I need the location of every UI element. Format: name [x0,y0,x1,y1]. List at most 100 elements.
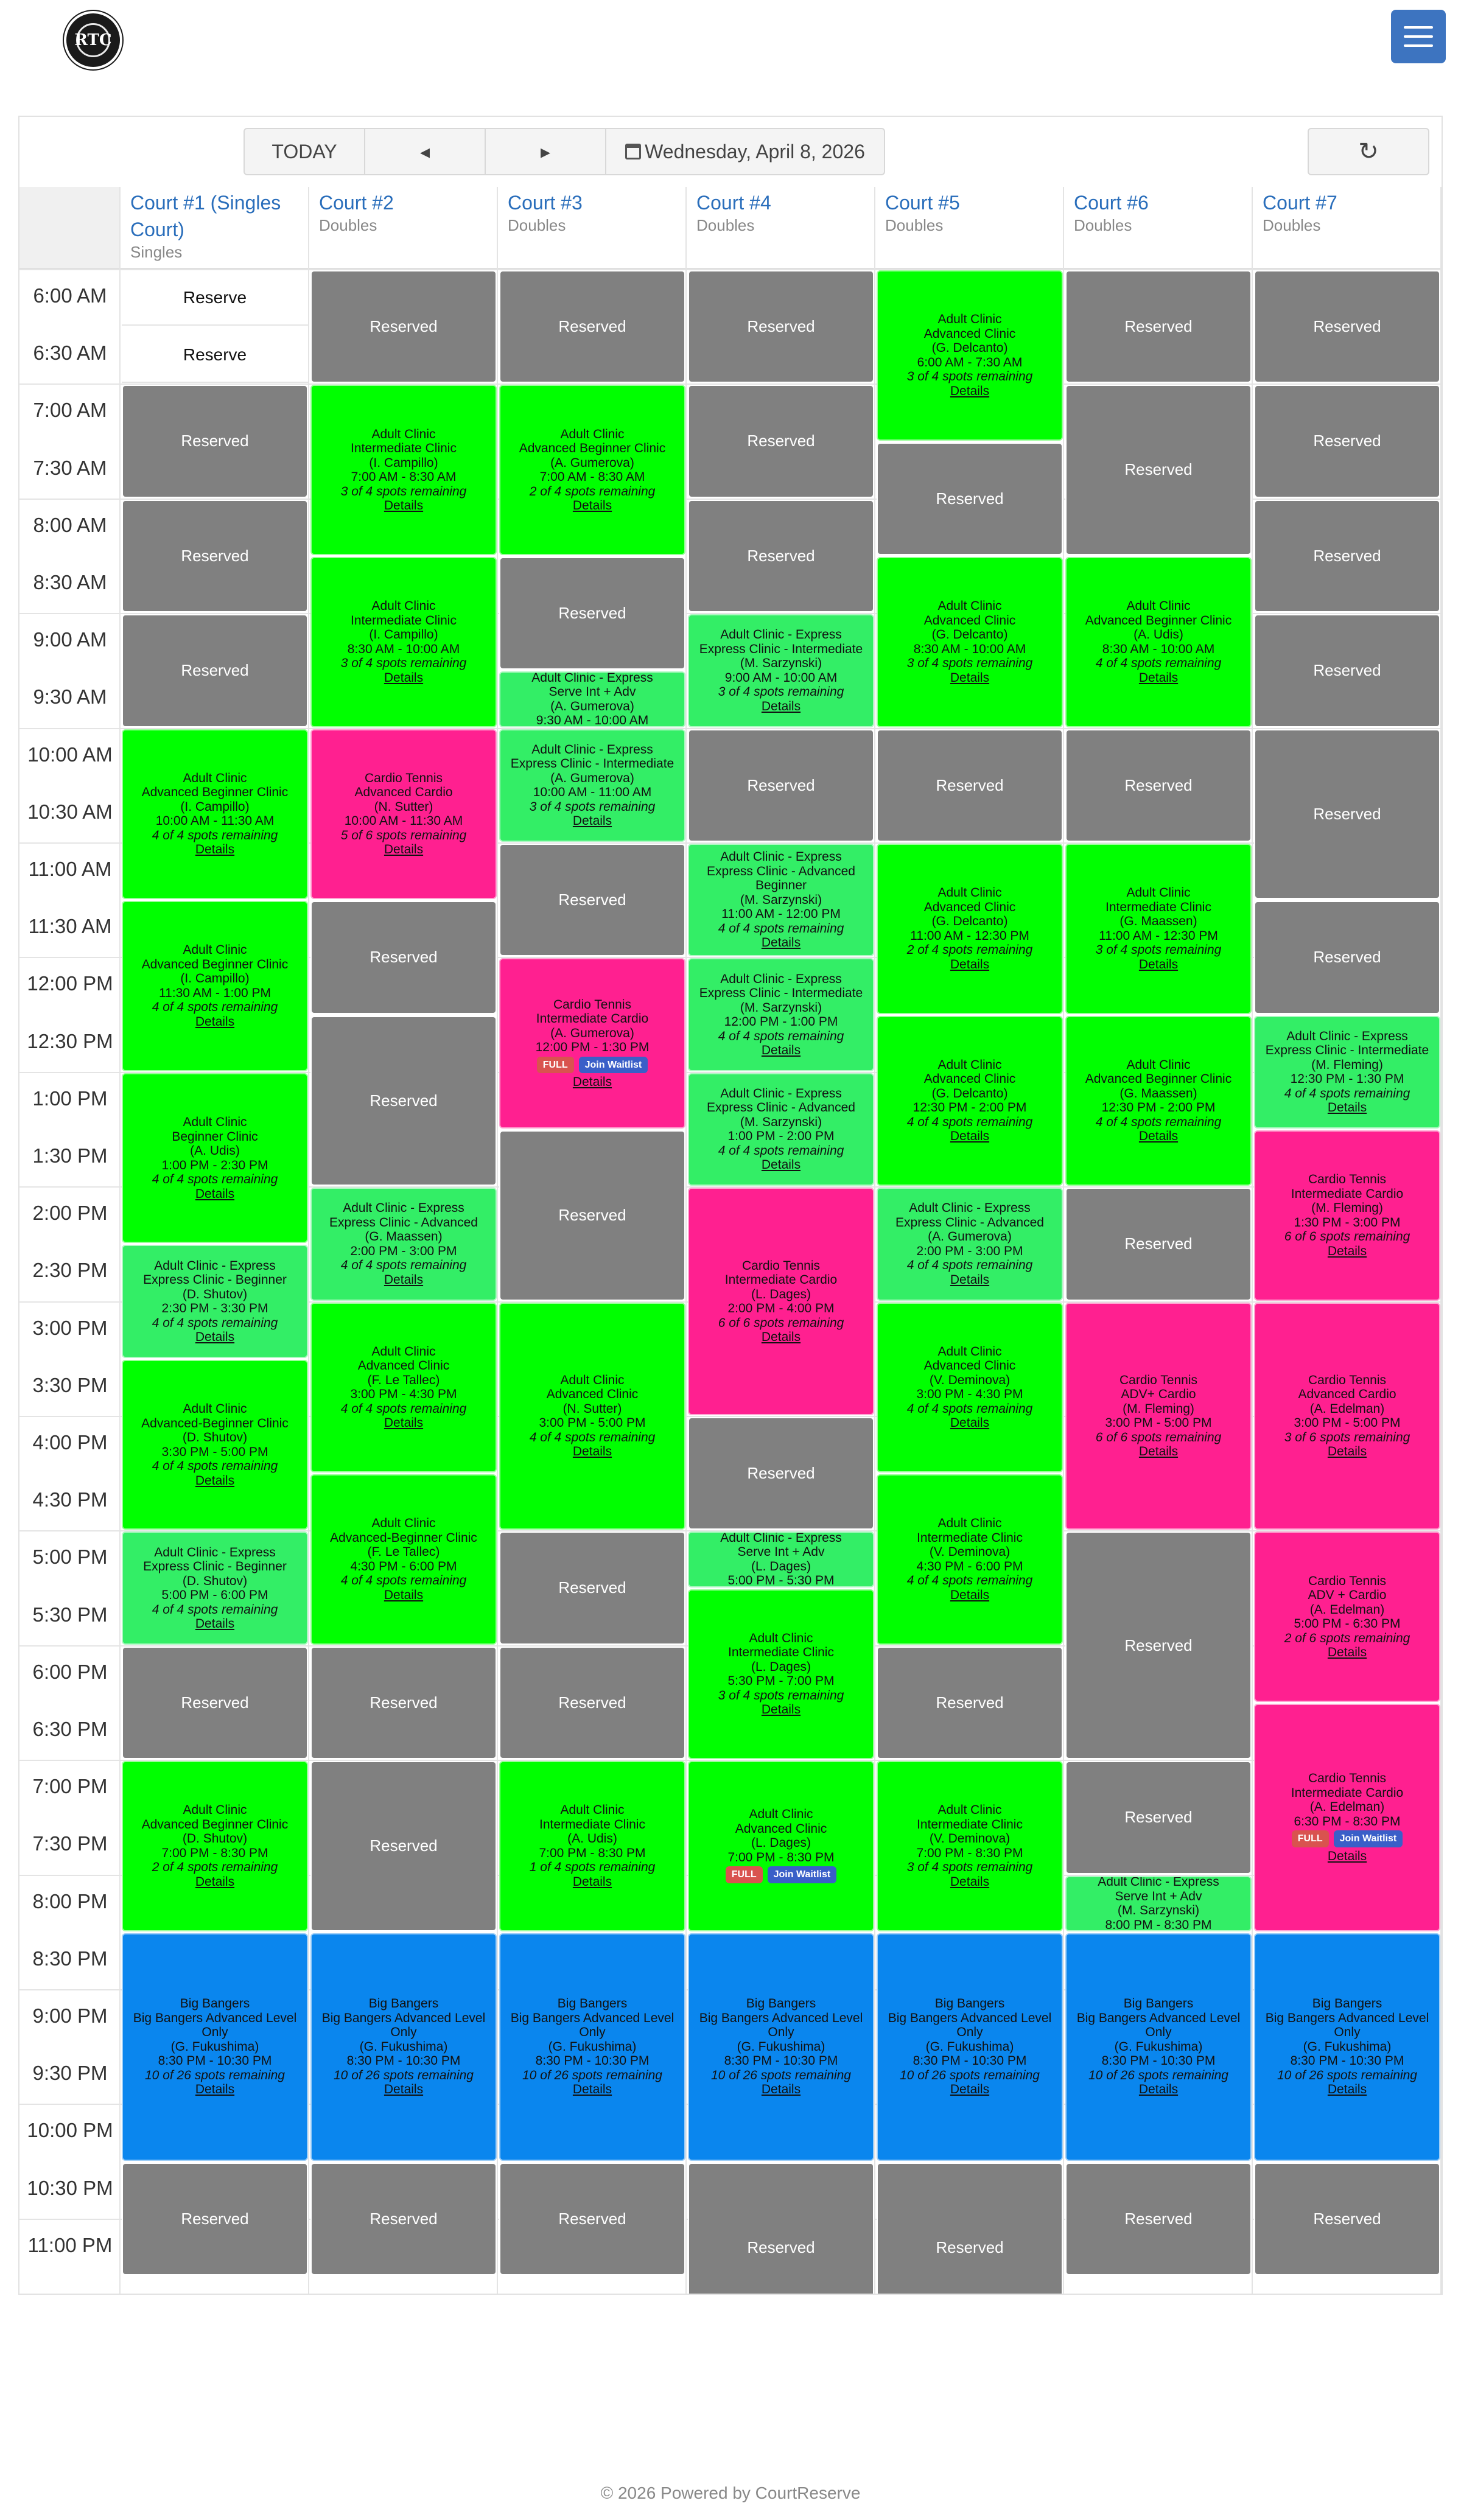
event-block[interactable]: Big Bangers Big Bangers Advanced Level Onl… [688,1933,874,2161]
details-link[interactable]: Details [573,2082,612,2097]
event-block[interactable]: Adult Clinic Advanced Beginner Clinic (I. … [122,729,308,900]
event-block[interactable]: Adult Clinic - Express Express Clinic - B… [122,1245,308,1358]
court-name-link[interactable]: Court #7 [1263,189,1431,216]
details-link[interactable]: Details [1328,1101,1367,1115]
event-block[interactable]: Adult Clinic Advanced-Beginner Clinic (D. … [122,1359,308,1530]
event-block[interactable]: Adult Clinic Advanced Clinic (G. Delcanto)… [877,557,1063,727]
event-block[interactable]: Big Bangers Big Bangers Advanced Level Onl… [310,1933,497,2161]
event-block[interactable]: Adult Clinic - Express Express Clinic - I… [688,958,874,1071]
details-link[interactable]: Details [1139,671,1178,685]
event-block[interactable]: Adult Clinic Intermediate Clinic (V. Demin… [877,1474,1063,1645]
details-link[interactable]: Details [195,1187,234,1202]
refresh-button[interactable]: ↻ [1308,128,1429,175]
details-link[interactable]: Details [950,671,989,685]
event-block[interactable]: Big Bangers Big Bangers Advanced Level Onl… [1254,1933,1440,2161]
details-link[interactable]: Details [1328,1244,1367,1259]
event-block[interactable]: Adult Clinic Advanced Clinic (N. Sutter) 3:… [499,1302,685,1530]
details-link[interactable]: Details [1328,1444,1367,1459]
details-link[interactable]: Details [950,384,989,399]
event-block[interactable]: Adult Clinic Advanced Clinic (G. Delcanto)… [877,270,1063,441]
event-block[interactable]: Adult Clinic - Express Express Clinic - I… [499,729,685,842]
event-block[interactable]: Adult Clinic - Express Serve Int + Adv (L.… [688,1531,874,1587]
event-block[interactable]: Big Bangers Big Bangers Advanced Level Onl… [877,1933,1063,2161]
details-link[interactable]: Details [950,2082,989,2097]
event-block[interactable]: Adult Clinic - Express Serve Int + Adv (A.… [499,671,685,727]
event-block[interactable]: Adult Clinic - Express Express Clinic - A… [688,1073,874,1186]
event-block[interactable]: Cardio Tennis Intermediate Cardio (A. Gume… [499,958,685,1129]
details-link[interactable]: Details [1139,957,1178,972]
details-link[interactable]: Details [195,1617,234,1631]
details-link[interactable]: Details [573,499,612,513]
event-block[interactable]: Adult Clinic Advanced Beginner Clinic (A. … [499,385,685,555]
event-block[interactable]: Adult Clinic Advanced Beginner Clinic (G. … [1065,1015,1252,1186]
event-block[interactable]: Big Bangers Big Bangers Advanced Level Onl… [122,1933,308,2161]
join-waitlist-button[interactable]: Join Waitlist [578,1056,648,1074]
details-link[interactable]: Details [762,1043,801,1058]
hamburger-menu-button[interactable] [1391,10,1446,63]
event-block[interactable]: Big Bangers Big Bangers Advanced Level Onl… [499,1933,685,2161]
event-block[interactable]: Adult Clinic Advanced Clinic (L. Dages) 7:0… [688,1761,874,1931]
date-picker-button[interactable]: Wednesday, April 8, 2026 [605,128,885,175]
details-link[interactable]: Details [195,2082,234,2097]
event-block[interactable]: Adult Clinic Intermediate Clinic (V. Demin… [877,1761,1063,1931]
details-link[interactable]: Details [762,699,801,714]
event-block[interactable]: Adult Clinic Advanced-Beginner Clinic (F. … [310,1474,497,1645]
details-link[interactable]: Details [1328,2082,1367,2097]
details-link[interactable]: Details [1139,1129,1178,1144]
next-day-button[interactable]: ▸ [485,128,606,175]
details-link[interactable]: Details [950,1129,989,1144]
details-link[interactable]: Details [195,1015,234,1029]
event-block[interactable]: Adult Clinic Beginner Clinic (A. Udis) 1:00… [122,1073,308,1244]
details-link[interactable]: Details [195,1474,234,1488]
court-name-link[interactable]: Court #2 [319,189,487,216]
event-block[interactable]: Adult Clinic Intermediate Clinic (G. Maass… [1065,844,1252,1014]
event-block[interactable]: Cardio Tennis ADV+ Cardio (M. Fleming) 3:00… [1065,1302,1252,1530]
details-link[interactable]: Details [573,1875,612,1889]
event-block[interactable]: Cardio Tennis Intermediate Cardio (L. Dage… [688,1188,874,1415]
event-block[interactable]: Adult Clinic - Express Express Clinic - I… [688,614,874,727]
details-link[interactable]: Details [195,1875,234,1889]
reserve-slot-button[interactable]: Reserve [122,327,308,383]
details-link[interactable]: Details [950,1875,989,1889]
event-block[interactable]: Cardio Tennis Advanced Cardio (A. Edelman)… [1254,1302,1440,1530]
event-block[interactable]: Adult Clinic Advanced Clinic (G. Delcanto)… [877,1015,1063,1186]
details-link[interactable]: Details [950,1588,989,1603]
event-block[interactable]: Adult Clinic Advanced Clinic (V. Deminova)… [877,1302,1063,1473]
event-block[interactable]: Adult Clinic Intermediate Clinic (L. Dages… [688,1589,874,1760]
event-block[interactable]: Cardio Tennis Intermediate Cardio (M. Flem… [1254,1130,1440,1301]
details-link[interactable]: Details [1139,1444,1178,1459]
details-link[interactable]: Details [950,1273,989,1287]
event-block[interactable]: Adult Clinic - Express Express Clinic - B… [122,1531,308,1645]
event-block[interactable]: Adult Clinic Advanced Beginner Clinic (D. … [122,1761,308,1931]
court-name-link[interactable]: Court #6 [1074,189,1242,216]
club-logo[interactable]: RTC [64,11,122,69]
previous-day-button[interactable]: ◂ [364,128,486,175]
details-link[interactable]: Details [762,2082,801,2097]
event-block[interactable]: Adult Clinic Intermediate Clinic (I. Campi… [310,385,497,555]
event-block[interactable]: Cardio Tennis ADV + Cardio (A. Edelman) 5:0… [1254,1531,1440,1702]
event-block[interactable]: Adult Clinic Advanced Clinic (G. Delcanto)… [877,844,1063,1014]
details-link[interactable]: Details [762,936,801,950]
event-block[interactable]: Cardio Tennis Intermediate Cardio (A. Edel… [1254,1704,1440,1931]
court-name-link[interactable]: Court #4 [696,189,864,216]
details-link[interactable]: Details [384,1588,423,1603]
join-waitlist-button[interactable]: Join Waitlist [767,1866,837,1883]
event-block[interactable]: Big Bangers Big Bangers Advanced Level Onl… [1065,1933,1252,2161]
details-link[interactable]: Details [384,671,423,685]
details-link[interactable]: Details [1328,1645,1367,1660]
details-link[interactable]: Details [573,1444,612,1459]
event-block[interactable]: Adult Clinic Intermediate Clinic (A. Udis)… [499,1761,685,1931]
details-link[interactable]: Details [384,1416,423,1430]
details-link[interactable]: Details [573,814,612,828]
details-link[interactable]: Details [762,1158,801,1172]
court-name-link[interactable]: Court #3 [508,189,676,216]
details-link[interactable]: Details [384,2082,423,2097]
reserve-slot-button[interactable]: Reserve [122,270,308,326]
event-block[interactable]: Adult Clinic Advanced Beginner Clinic (I. … [122,901,308,1071]
event-block[interactable]: Adult Clinic - Express Express Clinic - A… [310,1188,497,1301]
details-link[interactable]: Details [573,1075,612,1090]
details-link[interactable]: Details [195,1330,234,1345]
join-waitlist-button[interactable]: Join Waitlist [1333,1830,1403,1847]
event-block[interactable]: Cardio Tennis Advanced Cardio (N. Sutter) 1… [310,729,497,900]
event-block[interactable]: Adult Clinic Intermediate Clinic (I. Campi… [310,557,497,727]
